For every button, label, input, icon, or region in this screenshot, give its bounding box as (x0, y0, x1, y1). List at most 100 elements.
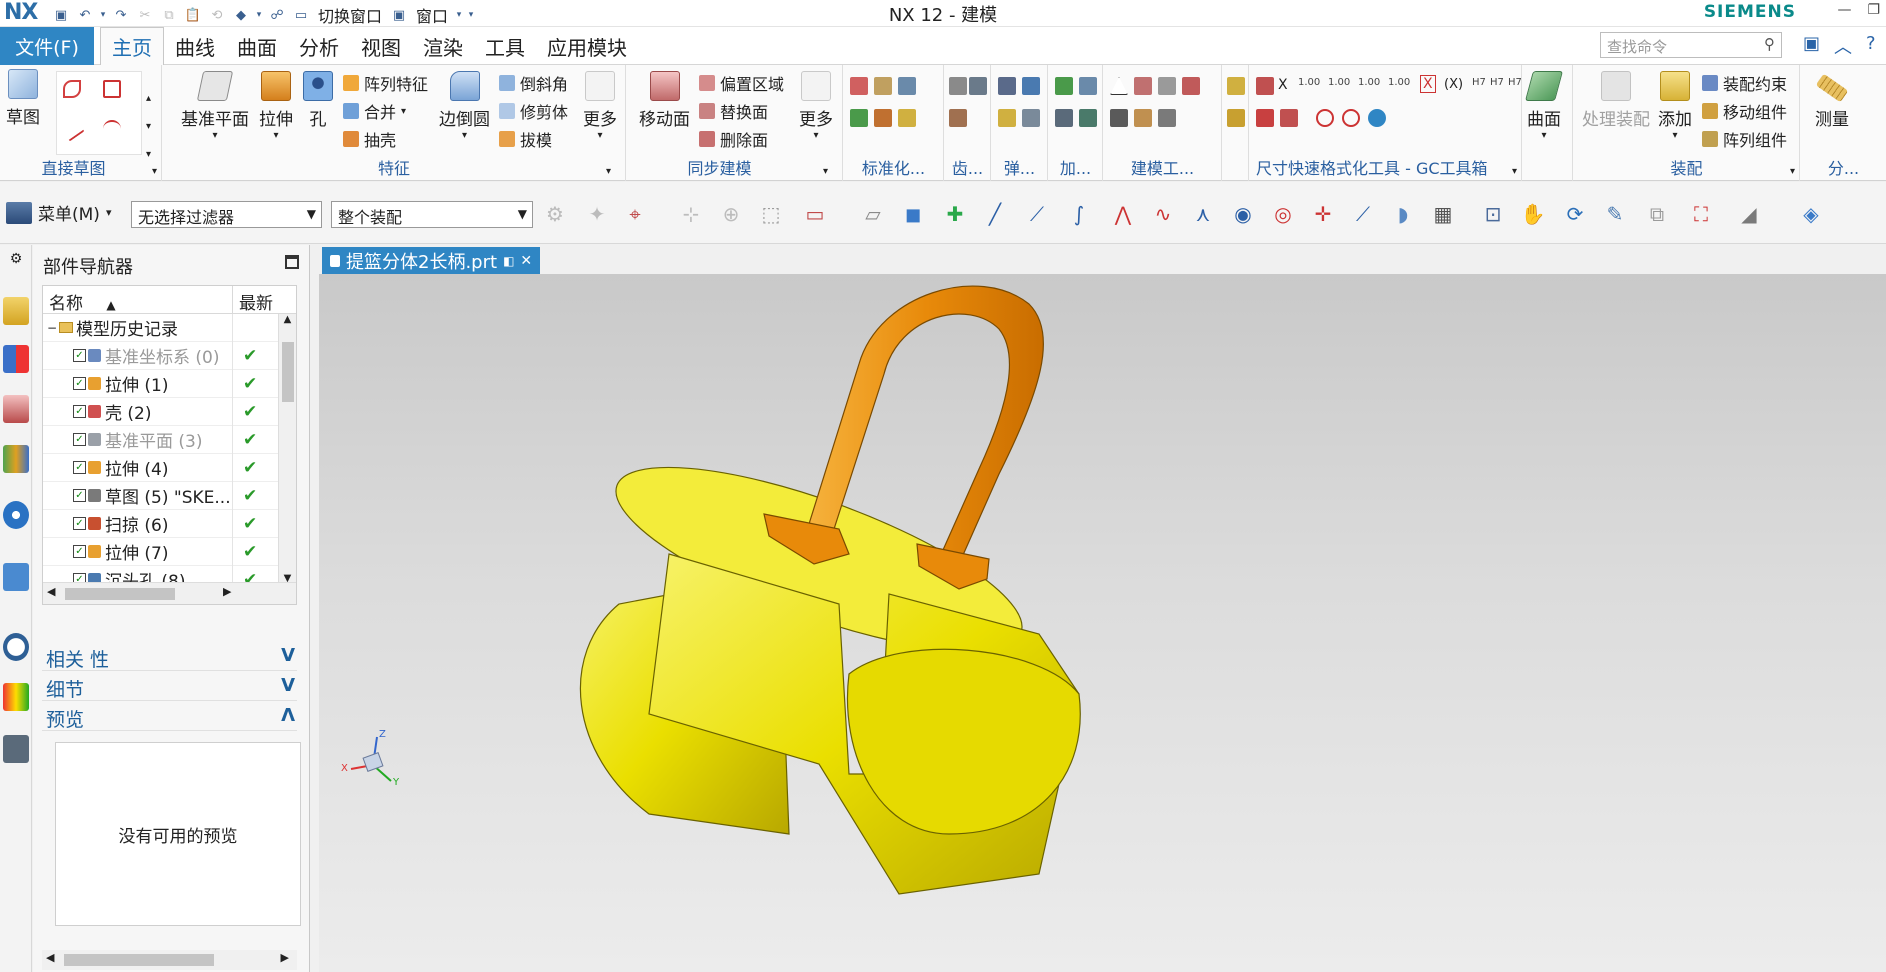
gear-tool-icon-1[interactable] (949, 77, 967, 95)
selection-intent-icon[interactable]: ⌖ (620, 199, 650, 229)
gc-format-2[interactable]: 1.00 (1328, 77, 1350, 88)
tab-home[interactable]: 主页 (100, 27, 164, 66)
details-panel-header[interactable]: 细节 V (42, 673, 297, 701)
history-icon[interactable] (3, 563, 29, 591)
assembly-filter-icon[interactable]: ⚙ (540, 199, 570, 229)
line-icon[interactable] (59, 116, 85, 142)
gc-tool-icon-5[interactable] (1342, 109, 1360, 127)
chamfer-button[interactable]: 倒斜角 (499, 71, 568, 95)
feature-more-dropdown-icon[interactable]: ▾ (597, 130, 602, 141)
gc-fit-1[interactable]: H7 (1472, 77, 1486, 88)
column-header-name[interactable]: 名称 ▲ (43, 286, 233, 314)
command-search-input[interactable]: 查找命令 ⚲ (1600, 32, 1782, 58)
draft-button[interactable]: 拔模 (499, 127, 552, 151)
minimize-icon[interactable]: — (1837, 2, 1851, 18)
gc-tool-icon-1[interactable] (1256, 77, 1274, 95)
checkbox-icon[interactable]: ✓ (73, 349, 86, 362)
tree-row[interactable]: ✓ 拉伸 (1) ✔ (43, 369, 296, 398)
scroll-right-icon[interactable]: ▶ (281, 951, 289, 964)
scroll-up-icon[interactable]: ▲ (279, 314, 296, 325)
checkbox-icon[interactable]: ✓ (73, 377, 86, 390)
tab-tools[interactable]: 工具 (474, 27, 536, 65)
tree-row[interactable]: ✓ 拉伸 (4) ✔ (43, 453, 296, 482)
snap-vertex-icon[interactable]: ⋀ (1108, 199, 1138, 229)
snap-endpoint-icon[interactable]: ✚ (940, 199, 970, 229)
sync-more-button[interactable]: 更多 ▾ (799, 71, 833, 141)
spring-tool-icon-1[interactable] (998, 77, 1016, 95)
gear-tool-icon-3[interactable] (949, 109, 967, 127)
shell-button[interactable]: 抽壳 (343, 127, 396, 151)
restore-icon[interactable]: ❐ (1867, 2, 1880, 18)
tab-surface[interactable]: 曲面 (226, 27, 288, 65)
misc-tool-icon-2[interactable] (1227, 109, 1245, 127)
add-component-button[interactable]: 添加 ▾ (1658, 71, 1692, 141)
rectangle-select-icon[interactable]: ▭ (800, 199, 830, 229)
std-tool-icon-1[interactable] (850, 77, 868, 95)
select-feature-icon[interactable]: ✦ (582, 199, 612, 229)
rotate-icon[interactable]: ⟳ (1560, 199, 1590, 229)
tree-row[interactable]: ✓ 基准平面 (3) ✔ (43, 425, 296, 454)
zoom-region-icon[interactable]: ⛶ (1686, 199, 1716, 229)
checkbox-icon[interactable]: ✓ (73, 433, 86, 446)
checkbox-icon[interactable]: ✓ (73, 405, 86, 418)
gc-box-x-icon[interactable]: X (1420, 75, 1436, 93)
scroll-left-icon[interactable]: ◀ (47, 585, 55, 598)
hscroll-thumb[interactable] (64, 954, 214, 966)
arc-icon[interactable] (103, 120, 121, 138)
hscroll-thumb[interactable] (65, 588, 175, 600)
gc-fit-3[interactable]: H7 (1508, 77, 1522, 88)
mach-tool-icon-3[interactable] (1055, 109, 1073, 127)
shaded-box-icon[interactable]: ▱ (858, 199, 888, 229)
file-menu-button[interactable]: 文件(F) (0, 27, 94, 65)
model-tool-icon-1[interactable] (1110, 77, 1128, 95)
tree-horizontal-scrollbar[interactable]: ◀ ▶ (43, 582, 296, 604)
snap-arc-icon[interactable]: ⋏ (1188, 199, 1218, 229)
unite-button[interactable]: 合并 ▾ (343, 99, 406, 123)
gc-tool-icon-4[interactable] (1316, 109, 1334, 127)
tab-render[interactable]: 渲染 (412, 27, 474, 65)
gc-format-1[interactable]: 1.00 (1298, 77, 1320, 88)
spring-tool-icon-3[interactable] (998, 109, 1016, 127)
checkbox-icon[interactable]: ✓ (73, 461, 86, 474)
group-menu-icon[interactable]: ▾ (152, 166, 157, 177)
tree-row[interactable]: ✓ 基准坐标系 (0) ✔ (43, 341, 296, 370)
feature-more-button[interactable]: 更多 ▾ (583, 71, 617, 141)
collapse-icon[interactable]: − (47, 321, 57, 335)
add-component-dropdown-icon[interactable]: ▾ (1672, 130, 1677, 141)
collapse-ribbon-icon[interactable]: ︿ (1834, 33, 1852, 59)
spring-tool-icon-4[interactable] (1022, 109, 1040, 127)
datum-plane-dropdown-icon[interactable]: ▾ (212, 130, 217, 141)
snap-options-icon[interactable]: ⊕ (716, 199, 746, 229)
scroll-right-icon[interactable]: ▶ (223, 585, 231, 598)
model-tool-icon-2[interactable] (1134, 77, 1152, 95)
rectangle-icon[interactable] (103, 80, 121, 98)
gear-tool-icon-2[interactable] (969, 77, 987, 95)
std-tool-icon-5[interactable] (874, 109, 892, 127)
model-tool-icon-3[interactable] (1158, 77, 1176, 95)
edge-blend-button[interactable]: 边倒圆 ▾ (439, 71, 490, 141)
tab-curve[interactable]: 曲线 (164, 27, 226, 65)
snap-existing-point-icon[interactable]: ✛ (1308, 199, 1338, 229)
tree-row[interactable]: ✓ 壳 (2) ✔ (43, 397, 296, 426)
system-materials-icon[interactable] (3, 683, 29, 711)
sync-more-dropdown-icon[interactable]: ▾ (813, 130, 818, 141)
move-face-button[interactable]: 移动面 (639, 71, 690, 130)
checkbox-icon[interactable]: ✓ (73, 545, 86, 558)
trim-body-button[interactable]: 修剪体 (499, 99, 568, 123)
snap-spline-icon[interactable]: ∿ (1148, 199, 1178, 229)
dependencies-panel-header[interactable]: 相关 性 V (42, 643, 297, 671)
snap-on-curve-icon[interactable]: ⟋ (1348, 199, 1378, 229)
web-browser-icon[interactable] (3, 501, 29, 529)
model-tool-icon-5[interactable] (1110, 109, 1128, 127)
process-assembly-button[interactable]: 处理装配 (1582, 71, 1650, 130)
blue-cube-icon[interactable]: ◼ (898, 199, 928, 229)
selection-scope-select[interactable]: 整个装配 ▼ (331, 201, 533, 228)
preview-panel-header[interactable]: 预览 Λ (42, 703, 297, 731)
extrude-dropdown-icon[interactable]: ▾ (273, 130, 278, 141)
unite-dropdown-icon[interactable]: ▾ (401, 106, 406, 117)
main-menu-button[interactable]: 菜单(M) ▾ (6, 200, 111, 225)
tab-applications[interactable]: 应用模块 (536, 27, 638, 65)
orient-view-icon[interactable]: ◈ (1796, 199, 1826, 229)
snap-line-icon[interactable]: ╱ (980, 199, 1010, 229)
std-tool-icon-6[interactable] (898, 109, 916, 127)
